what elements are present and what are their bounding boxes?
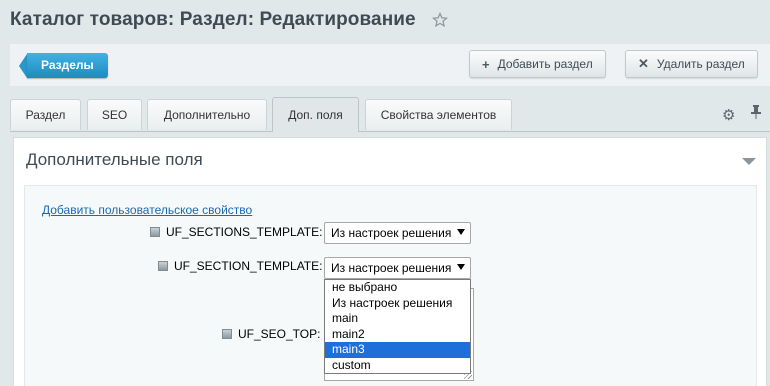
help-icon[interactable] — [158, 261, 168, 271]
chevron-down-icon[interactable] — [742, 158, 756, 165]
tab-label: Доп. поля — [288, 108, 343, 122]
caret-down-icon — [457, 264, 465, 270]
section-template-select[interactable]: Из настроек решения — [324, 257, 471, 279]
field-label-section-template: UF_SECTION_TEMPLATE: — [158, 259, 322, 273]
close-icon: ✕ — [638, 56, 649, 71]
page-title: Каталог товаров: Раздел: Редактирование — [10, 9, 416, 30]
back-arrow-icon — [19, 53, 27, 78]
field-label-sections-template: UF_SECTIONS_TEMPLATE: — [150, 225, 322, 239]
tab-additional[interactable]: Дополнительно — [147, 99, 267, 130]
field-label-text: UF_SECTION_TEMPLATE: — [174, 259, 323, 273]
section-template-dropdown-list: не выбрано Из настроек решения main main… — [324, 279, 471, 374]
tab-extra-fields[interactable]: Доп. поля — [272, 97, 359, 132]
plus-icon: + — [482, 56, 490, 72]
tab-label: Свойства элементов — [380, 108, 497, 122]
field-label-text: UF_SEO_TOP: — [238, 327, 321, 341]
dropdown-option[interactable]: main — [325, 311, 470, 327]
extra-fields-panel: Дополнительные поля Добавить пользовател… — [13, 137, 767, 386]
add-section-label: Добавить раздел — [497, 57, 593, 71]
tab-label: Раздел — [25, 108, 66, 122]
help-icon[interactable] — [222, 329, 232, 339]
select-value: Из настроек решения — [331, 226, 452, 240]
fields-box: Добавить пользовательское свойство UF_SE… — [24, 185, 757, 386]
toolbar: Разделы + Добавить раздел ✕ Удалить разд… — [10, 44, 770, 86]
select-value: Из настроек решения — [331, 261, 452, 275]
tab-label: Дополнительно — [163, 108, 251, 122]
back-button-label: Разделы — [27, 53, 108, 78]
tab-label: SEO — [101, 108, 128, 122]
dropdown-option[interactable]: main2 — [325, 327, 470, 343]
delete-section-button[interactable]: ✕ Удалить раздел — [625, 50, 758, 78]
pin-icon[interactable] — [750, 104, 762, 124]
dropdown-option[interactable]: не выбрано — [325, 280, 470, 296]
sections-template-select[interactable]: Из настроек решения — [324, 222, 471, 244]
add-user-property-link[interactable]: Добавить пользовательское свойство — [42, 203, 252, 217]
tab-section[interactable]: Раздел — [10, 99, 81, 130]
add-section-button[interactable]: + Добавить раздел — [469, 50, 606, 78]
field-label-seo-top: UF_SEO_TOP: — [222, 327, 320, 341]
back-to-sections-button[interactable]: Разделы — [19, 53, 108, 78]
tab-element-properties[interactable]: Свойства элементов — [365, 99, 512, 130]
dropdown-option[interactable]: custom — [325, 358, 470, 374]
field-label-text: UF_SECTIONS_TEMPLATE: — [166, 225, 323, 239]
page-header: Каталог товаров: Раздел: Редактирование — [10, 6, 448, 34]
help-icon[interactable] — [150, 227, 160, 237]
dropdown-option-highlighted[interactable]: main3 — [325, 342, 470, 358]
star-icon[interactable] — [431, 11, 448, 28]
dropdown-option[interactable]: Из настроек решения — [325, 296, 470, 312]
caret-down-icon — [457, 229, 465, 235]
gear-icon[interactable]: ⚙ — [722, 106, 735, 124]
tab-seo[interactable]: SEO — [87, 99, 142, 130]
tab-content: Дополнительные поля Добавить пользовател… — [10, 131, 770, 386]
section-title: Дополнительные поля — [26, 150, 203, 169]
delete-section-label: Удалить раздел — [656, 57, 745, 71]
